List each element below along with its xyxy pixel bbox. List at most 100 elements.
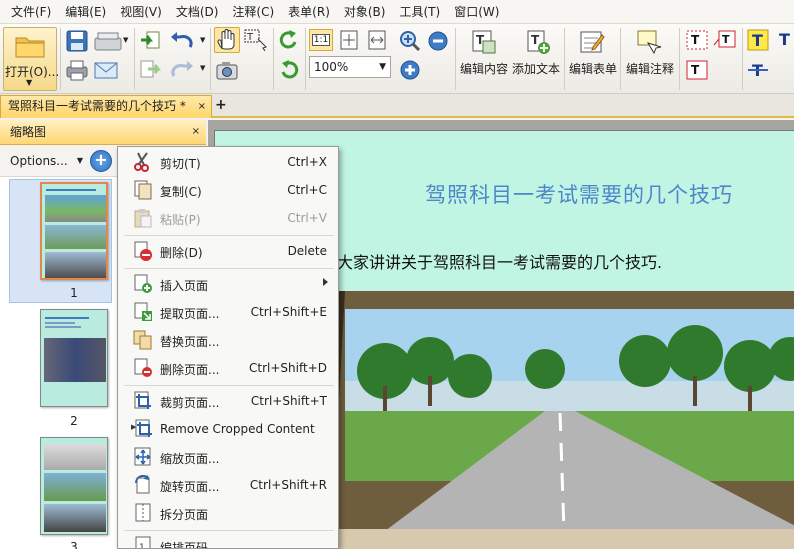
undo-icon[interactable] — [167, 29, 197, 53]
close-icon[interactable]: × — [192, 120, 200, 144]
actual-size-icon[interactable]: 1:1 — [309, 29, 333, 51]
strikeout-text-icon[interactable]: T — [746, 57, 770, 83]
page-thumbnail[interactable] — [40, 437, 108, 535]
menu-window[interactable]: 窗口(W) — [447, 0, 506, 24]
add-tab-button[interactable]: + — [215, 98, 229, 112]
folder-icon — [15, 37, 45, 58]
extract-page-icon — [134, 302, 152, 321]
zoom-select[interactable]: 100% ▼ — [309, 56, 391, 78]
fit-page-icon[interactable] — [337, 29, 361, 51]
zoom-value: 100% — [314, 60, 349, 74]
import-icon[interactable] — [139, 29, 161, 53]
menu-item-shortcut: Delete — [287, 244, 327, 258]
menu-item-insert-page[interactable]: 插入页面 — [118, 270, 338, 298]
menu-file[interactable]: 文件(F) — [4, 0, 58, 24]
document-tab[interactable]: 驾照科目一考试需要的几个技巧 * × — [0, 95, 212, 118]
menu-item-copy[interactable]: 复制(C) Ctrl+C — [118, 176, 338, 204]
page-intro-text: 大家讲讲关于驾照科目一考试需要的几个技巧. — [337, 253, 663, 272]
edit-content-icon[interactable]: T — [470, 28, 498, 56]
menu-item-replace-pages[interactable]: 替换页面... — [118, 326, 338, 354]
add-page-icon[interactable]: + — [90, 150, 112, 172]
chevron-down-icon: ▼ — [26, 78, 33, 87]
menu-item-label: 删除(D) — [160, 246, 203, 260]
edit-annotation-icon[interactable] — [635, 28, 663, 56]
options-button[interactable]: Options... ▼ — [4, 150, 86, 172]
menu-item-label: 拆分页面 — [160, 508, 209, 522]
remove-cropped-icon — [135, 419, 152, 437]
thumbnail-page-number: 2 — [70, 414, 78, 428]
svg-text:T: T — [752, 31, 763, 50]
menu-item-cut[interactable]: 剪切(T) Ctrl+X — [118, 148, 338, 176]
menu-item-crop-pages[interactable]: 裁剪页面... Ctrl+Shift+T — [118, 387, 338, 415]
menu-item-extract-pages[interactable]: 提取页面... Ctrl+Shift+E — [118, 298, 338, 326]
chevron-down-icon[interactable]: ▼ — [200, 36, 205, 44]
chevron-down-icon[interactable]: ▼ — [123, 36, 128, 44]
select-text-icon[interactable]: T — [243, 28, 269, 52]
page-thumbnail[interactable] — [40, 309, 108, 407]
menu-tools[interactable]: 工具(T) — [392, 0, 447, 24]
menu-item-label: 粘贴(P) — [160, 213, 201, 227]
menu-form[interactable]: 表单(R) — [281, 0, 337, 24]
thumbnail-panel-header: 缩略图 × — [0, 120, 206, 145]
menu-object[interactable]: 对象(B) — [337, 0, 393, 24]
crop-page-icon — [134, 391, 151, 409]
menu-item-scale-pages[interactable]: 缩放页面... — [118, 443, 338, 471]
menu-item-split-pages[interactable]: 拆分页面 — [118, 499, 338, 527]
svg-text:T: T — [531, 33, 540, 47]
callout-icon[interactable]: T — [712, 28, 738, 52]
menu-item-label: 复制(C) — [160, 185, 202, 199]
redo-icon[interactable] — [167, 57, 197, 83]
rotate-counterclockwise-icon[interactable] — [277, 57, 301, 83]
page-title: 驾照科目一考试需要的几个技巧 — [425, 183, 733, 207]
chevron-down-icon[interactable]: ▼ — [200, 64, 205, 72]
underline-text-icon[interactable]: T — [774, 28, 794, 52]
close-icon[interactable]: × — [198, 96, 206, 117]
menu-item-page-numbering[interactable]: 1 编排页码... — [118, 532, 338, 549]
hand-tool-icon[interactable] — [214, 27, 240, 53]
open-button[interactable]: 打开(O)... ▼ — [3, 27, 59, 91]
fit-width-icon[interactable] — [365, 29, 389, 51]
zoom-plus-icon[interactable] — [398, 57, 422, 83]
zoom-in-icon[interactable] — [398, 29, 422, 53]
svg-text:1: 1 — [139, 543, 145, 549]
email-icon[interactable] — [93, 57, 119, 83]
typewriter-icon[interactable]: T — [684, 28, 710, 52]
split-page-icon — [135, 503, 151, 522]
snapshot-icon[interactable] — [214, 58, 240, 84]
copy-icon — [134, 180, 152, 200]
menu-view[interactable]: 视图(V) — [113, 0, 169, 24]
page-thumbnail[interactable] — [40, 182, 108, 280]
menu-edit[interactable]: 编辑(E) — [58, 0, 113, 24]
menu-item-paste[interactable]: 粘贴(P) Ctrl+V — [118, 204, 338, 232]
add-text-label[interactable]: 添加文本 — [512, 60, 560, 77]
textbox-icon[interactable]: T — [684, 57, 710, 83]
edit-content-label[interactable]: 编辑内容 — [460, 60, 508, 77]
menu-item-delete[interactable]: 删除(D) Delete — [118, 237, 338, 265]
edit-form-label[interactable]: 编辑表单 — [569, 60, 617, 77]
delete-page-icon — [134, 358, 152, 377]
save-icon[interactable] — [65, 29, 89, 53]
menu-item-remove-cropped-content[interactable]: ▶ Remove Cropped Content — [118, 415, 338, 443]
toolbar: 打开(O)... ▼ ▼ ▼ ▼ T 1:1 100% ▼ T 编辑内容 T 添… — [0, 24, 794, 94]
svg-text:T: T — [722, 33, 730, 46]
edit-annotation-label[interactable]: 编辑注释 — [626, 60, 674, 77]
menu-item-shortcut: Ctrl+Shift+T — [250, 394, 327, 408]
print-icon[interactable] — [65, 57, 89, 83]
menu-document[interactable]: 文档(D) — [169, 0, 226, 24]
menu-item-delete-pages[interactable]: 删除页面... Ctrl+Shift+D — [118, 354, 338, 382]
menu-comment[interactable]: 注释(C) — [225, 0, 281, 24]
scanner-icon[interactable] — [93, 29, 123, 53]
paste-icon — [134, 209, 152, 228]
thumbnail-panel-title: 缩略图 — [10, 125, 47, 139]
menu-item-label: 插入页面 — [160, 279, 209, 293]
add-text-icon[interactable]: T — [524, 28, 552, 56]
rotate-clockwise-icon[interactable] — [277, 28, 301, 52]
document-tab-bar: 驾照科目一考试需要的几个技巧 * × + — [0, 94, 794, 118]
zoom-out-icon[interactable] — [426, 29, 450, 53]
menu-item-rotate-pages[interactable]: 旋转页面... Ctrl+Shift+R — [118, 471, 338, 499]
thumbnail-page-number: 3 — [70, 540, 78, 549]
menu-item-shortcut: Ctrl+C — [287, 183, 327, 197]
highlight-text-icon[interactable]: T — [746, 28, 770, 52]
edit-form-icon[interactable] — [578, 28, 606, 56]
export-icon[interactable] — [139, 57, 161, 83]
